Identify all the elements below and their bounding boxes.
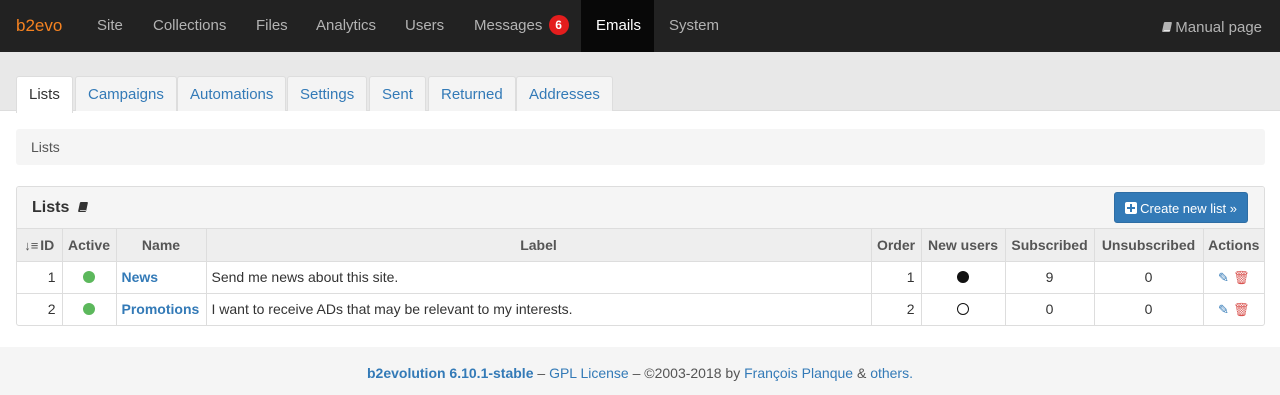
page-footer: b2evolution 6.10.1-stable – GPL License … xyxy=(0,347,1280,395)
column-header-label[interactable]: Label xyxy=(206,229,872,262)
column-header-actions: Actions xyxy=(1203,229,1264,262)
create-new-list-label: Create new list » xyxy=(1140,201,1237,216)
footer-separator: – xyxy=(533,365,550,381)
column-header-new-users[interactable]: New users xyxy=(921,229,1006,262)
panel-title: Lists xyxy=(32,199,91,217)
cell-actions: ✎ 🗑 xyxy=(1203,261,1264,294)
column-header-order[interactable]: Order xyxy=(871,229,922,262)
cell-unsubscribed: 0 xyxy=(1094,293,1204,325)
others-link[interactable]: others. xyxy=(870,365,913,381)
active-status-icon[interactable] xyxy=(83,271,95,283)
unread-messages-badge: 6 xyxy=(548,15,569,35)
table-row: 2 Promotions I want to receive ADs that … xyxy=(17,293,1264,325)
column-header-name[interactable]: Name xyxy=(116,229,207,262)
lists-panel-header: Lists Create new list » xyxy=(17,187,1264,229)
cell-active xyxy=(62,293,117,325)
nav-item-messages-label: Messages xyxy=(474,17,543,34)
breadcrumb-current: Lists xyxy=(31,139,60,155)
table-header-row: ↓≡ ID Active Name Label Order New users S… xyxy=(17,229,1264,262)
cell-new-users xyxy=(921,261,1006,294)
table-row: 1 News Send me news about this site. 1 9… xyxy=(17,261,1264,294)
cell-name[interactable]: News xyxy=(116,261,207,294)
plus-square-icon xyxy=(1125,202,1138,214)
nav-item-analytics[interactable]: Analytics xyxy=(301,0,391,52)
delete-icon[interactable]: 🗑 xyxy=(1233,302,1250,318)
cell-label: I want to receive ADs that may be releva… xyxy=(206,293,872,325)
cell-new-users xyxy=(921,293,1006,325)
column-header-id[interactable]: ↓≡ ID xyxy=(17,229,63,262)
cell-id: 1 xyxy=(17,261,63,294)
sort-ascending-icon: ↓≡ xyxy=(24,237,39,253)
emails-tab-bar: Lists Campaigns Automations Settings Sen… xyxy=(0,52,1280,113)
delete-icon[interactable]: 🗑 xyxy=(1233,270,1250,286)
create-new-list-button[interactable]: Create new list » xyxy=(1114,192,1248,223)
book-icon[interactable] xyxy=(78,202,88,213)
new-users-default-icon[interactable] xyxy=(957,271,969,283)
lists-panel: Lists Create new list » ↓≡ ID Active Name… xyxy=(16,186,1265,326)
cell-name[interactable]: Promotions xyxy=(116,293,207,325)
new-users-not-default-icon[interactable] xyxy=(957,303,969,316)
cell-order: 1 xyxy=(871,261,922,294)
edit-icon[interactable]: ✎ xyxy=(1218,270,1229,286)
tab-automations[interactable]: Automations xyxy=(177,76,287,111)
footer-copyright: – ©2003-2018 by xyxy=(628,365,745,381)
tab-returned[interactable]: Returned xyxy=(428,76,516,111)
manual-page-label: Manual page xyxy=(1175,19,1262,36)
breadcrumb: Lists xyxy=(16,129,1265,165)
cell-unsubscribed: 0 xyxy=(1094,261,1204,294)
footer-ampersand: & xyxy=(853,365,871,381)
active-status-icon[interactable] xyxy=(83,303,95,316)
column-header-active[interactable]: Active xyxy=(62,229,117,262)
cell-active xyxy=(62,261,117,294)
nav-item-system[interactable]: System xyxy=(654,0,734,52)
nav-item-emails[interactable]: Emails xyxy=(581,0,654,52)
cell-subscribed: 9 xyxy=(1005,261,1095,294)
gpl-license-link[interactable]: GPL License xyxy=(549,365,629,381)
brand-logo[interactable]: b2evo xyxy=(16,16,62,36)
cell-id: 2 xyxy=(17,293,63,325)
tab-settings[interactable]: Settings xyxy=(287,76,368,111)
manual-page-link[interactable]: Manual page xyxy=(1162,0,1262,52)
tab-lists[interactable]: Lists xyxy=(16,76,73,113)
product-version-link[interactable]: b2evolution 6.10.1-stable xyxy=(367,365,534,381)
tab-campaigns[interactable]: Campaigns xyxy=(75,76,177,111)
cell-subscribed: 0 xyxy=(1005,293,1095,325)
top-navbar: b2evo Site Collections Files Analytics U… xyxy=(0,0,1280,52)
tab-addresses[interactable]: Addresses xyxy=(516,76,613,111)
cell-label: Send me news about this site. xyxy=(206,261,872,294)
book-icon xyxy=(1162,22,1172,33)
lists-table: ↓≡ ID Active Name Label Order New users S… xyxy=(17,229,1264,325)
nav-item-messages[interactable]: Messages 6 xyxy=(459,0,584,52)
column-header-subscribed[interactable]: Subscribed xyxy=(1005,229,1095,262)
column-header-unsubscribed[interactable]: Unsubscribed xyxy=(1094,229,1204,262)
nav-item-site[interactable]: Site xyxy=(82,0,138,52)
nav-item-files[interactable]: Files xyxy=(241,0,303,52)
edit-icon[interactable]: ✎ xyxy=(1218,302,1229,318)
author-link[interactable]: François Planque xyxy=(744,365,853,381)
tab-sent[interactable]: Sent xyxy=(369,76,426,111)
cell-actions: ✎ 🗑 xyxy=(1203,293,1264,325)
panel-title-text: Lists xyxy=(32,199,70,216)
nav-item-collections[interactable]: Collections xyxy=(138,0,241,52)
nav-item-users[interactable]: Users xyxy=(390,0,459,52)
cell-order: 2 xyxy=(871,293,922,325)
